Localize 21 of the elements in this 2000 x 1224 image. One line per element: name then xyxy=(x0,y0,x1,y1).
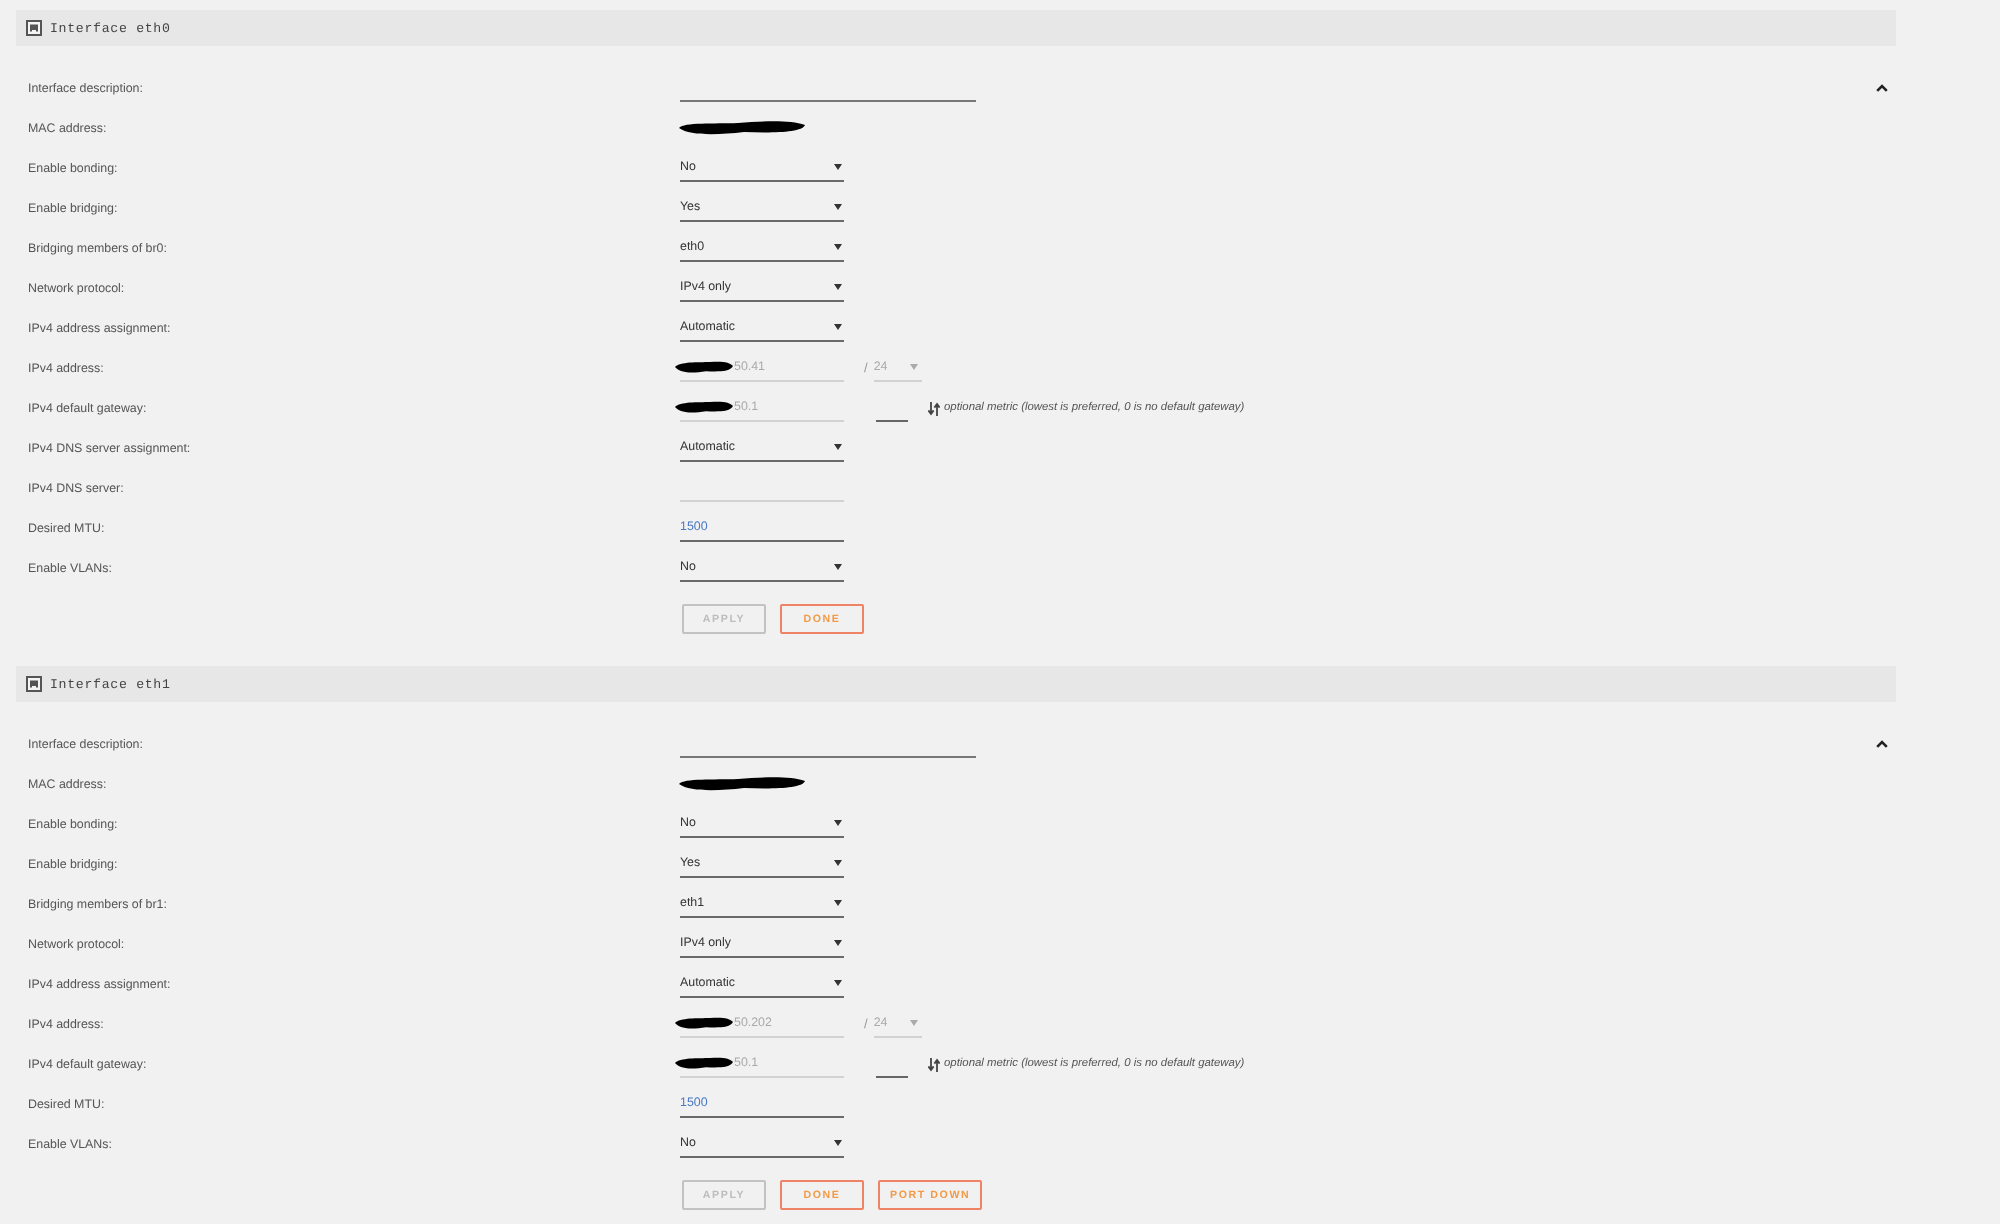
caret-icon xyxy=(834,820,842,826)
caret-icon xyxy=(834,860,842,866)
caret-icon xyxy=(909,364,918,370)
caret-icon xyxy=(834,900,842,906)
caret-icon xyxy=(834,1140,842,1146)
caret-icon xyxy=(909,1020,918,1026)
chevron-up-icon[interactable] xyxy=(1876,740,1888,748)
caret-icon xyxy=(834,324,842,330)
caret-icon xyxy=(834,244,842,250)
sort-arrows-icon xyxy=(928,1057,940,1071)
chevron-up-icon[interactable] xyxy=(1876,84,1888,92)
caret-icon xyxy=(834,204,842,210)
caret-icon xyxy=(834,564,842,570)
ethernet-port-icon xyxy=(26,20,42,36)
ethernet-port-icon xyxy=(26,676,42,692)
caret-icon xyxy=(834,444,842,450)
caret-icon xyxy=(834,284,842,290)
sort-arrows-icon xyxy=(928,401,940,415)
caret-icon xyxy=(834,940,842,946)
caret-icon xyxy=(834,980,842,986)
caret-icon xyxy=(834,164,842,170)
